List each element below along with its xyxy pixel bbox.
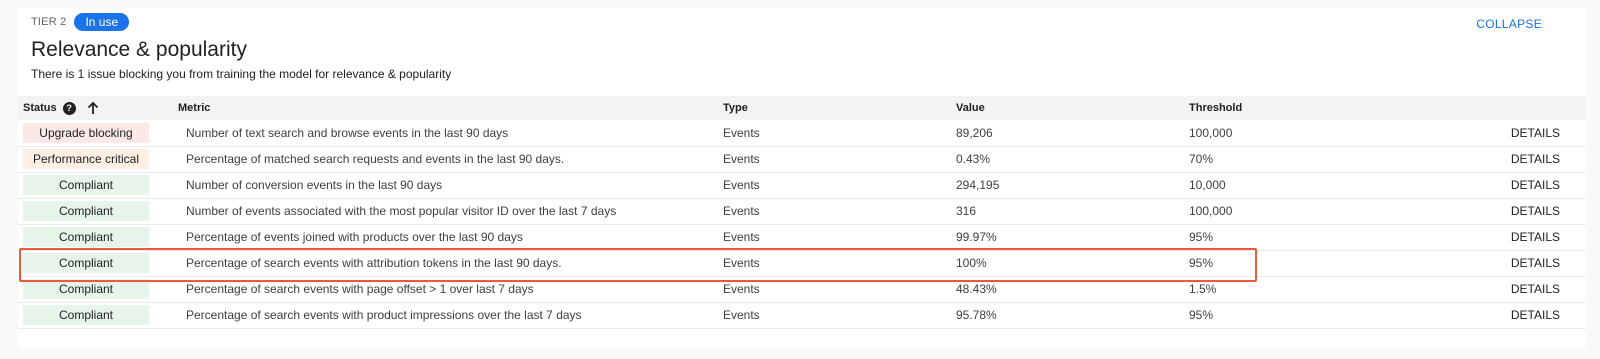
in-use-badge: In use	[74, 13, 130, 31]
table-row: Compliant Percentage of search events wi…	[18, 302, 1586, 328]
details-button[interactable]: DETAILS	[1489, 198, 1586, 224]
type-cell: Events	[723, 125, 760, 140]
details-button[interactable]: DETAILS	[1489, 146, 1586, 172]
table-row: Compliant Number of conversion events in…	[18, 172, 1586, 198]
metric-cell: Percentage of search events with attribu…	[186, 256, 562, 270]
value-cell: 100%	[956, 256, 987, 270]
type-cell: Events	[723, 308, 760, 322]
metric-cell: Number of conversion events in the last …	[186, 178, 443, 192]
threshold-cell: 95%	[1189, 256, 1214, 270]
table-row: Compliant Percentage of search events wi…	[18, 250, 1586, 276]
help-icon[interactable]: ?	[62, 101, 76, 115]
threshold-cell: 1.5%	[1189, 282, 1217, 296]
type-cell: Events	[723, 256, 760, 270]
metric-cell: Percentage of events joined with product…	[186, 230, 523, 244]
tier-card: TIER 2 In use COLLAPSE Relevance & popul…	[18, 8, 1586, 348]
arrow-up-icon[interactable]	[86, 101, 100, 115]
details-button[interactable]: DETAILS	[1489, 120, 1586, 146]
column-header-status[interactable]: Status ?	[18, 96, 178, 120]
metric-cell: Percentage of search events with page of…	[186, 282, 534, 296]
type-cell: Events	[723, 230, 760, 244]
threshold-cell: 100,000	[1189, 204, 1233, 218]
details-button[interactable]: DETAILS	[1489, 224, 1586, 250]
details-button[interactable]: DETAILS	[1489, 250, 1586, 276]
type-cell: Events	[723, 152, 760, 166]
details-button[interactable]: DETAILS	[1489, 172, 1586, 198]
tier-label: TIER 2	[31, 16, 67, 28]
status-header-label: Status	[23, 102, 57, 114]
value-cell: 99.97%	[956, 230, 997, 244]
value-cell: 48.43%	[956, 282, 997, 296]
column-header-metric: Metric	[178, 102, 211, 114]
column-header-threshold: Threshold	[1189, 102, 1243, 114]
status-badge: Compliant	[23, 227, 149, 247]
table-row: Compliant Number of events associated wi…	[18, 198, 1586, 224]
column-header-type: Type	[723, 102, 748, 114]
value-cell: 316	[956, 204, 977, 218]
details-button[interactable]: DETAILS	[1489, 302, 1586, 328]
metric-cell: Percentage of search events with product…	[186, 308, 582, 322]
type-cell: Events	[723, 282, 760, 296]
table-row: Compliant Percentage of search events wi…	[18, 276, 1586, 302]
tier-header: TIER 2 In use	[31, 13, 130, 31]
type-cell: Events	[723, 178, 760, 192]
status-badge: Compliant	[23, 201, 149, 221]
table-row: Upgrade blocking Number of text search a…	[18, 120, 1586, 146]
page-subtitle: There is 1 issue blocking you from train…	[31, 67, 452, 81]
metrics-table: Status ? Metric Type Value Threshold Upg…	[18, 96, 1586, 329]
metric-cell: Number of text search and browse events …	[186, 125, 509, 140]
table-header-row: Status ? Metric Type Value Threshold	[18, 96, 1586, 120]
metric-cell: Percentage of matched search requests an…	[186, 152, 565, 166]
value-cell: 89,206	[956, 125, 993, 140]
table-row: Compliant Percentage of events joined wi…	[18, 224, 1586, 250]
column-header-value: Value	[956, 102, 985, 114]
threshold-cell: 70%	[1189, 152, 1214, 166]
status-badge: Performance critical	[23, 149, 149, 169]
column-header-actions	[1489, 96, 1586, 120]
status-badge: Compliant	[23, 175, 149, 195]
threshold-cell: 100,000	[1189, 125, 1233, 140]
value-cell: 0.43%	[956, 152, 991, 166]
threshold-cell: 10,000	[1189, 178, 1226, 192]
collapse-button[interactable]: COLLAPSE	[1476, 17, 1542, 31]
threshold-cell: 95%	[1189, 230, 1214, 244]
status-badge: Compliant	[23, 305, 149, 325]
status-badge: Compliant	[23, 279, 149, 299]
page-title: Relevance & popularity	[31, 38, 247, 61]
value-cell: 95.78%	[956, 308, 997, 322]
threshold-cell: 95%	[1189, 308, 1214, 322]
details-button[interactable]: DETAILS	[1489, 276, 1586, 302]
status-badge: Upgrade blocking	[23, 122, 149, 143]
status-badge: Compliant	[23, 253, 149, 273]
metric-cell: Number of events associated with the mos…	[186, 204, 617, 218]
table-row: Performance critical Percentage of match…	[18, 146, 1586, 172]
value-cell: 294,195	[956, 178, 1000, 192]
type-cell: Events	[723, 204, 760, 218]
